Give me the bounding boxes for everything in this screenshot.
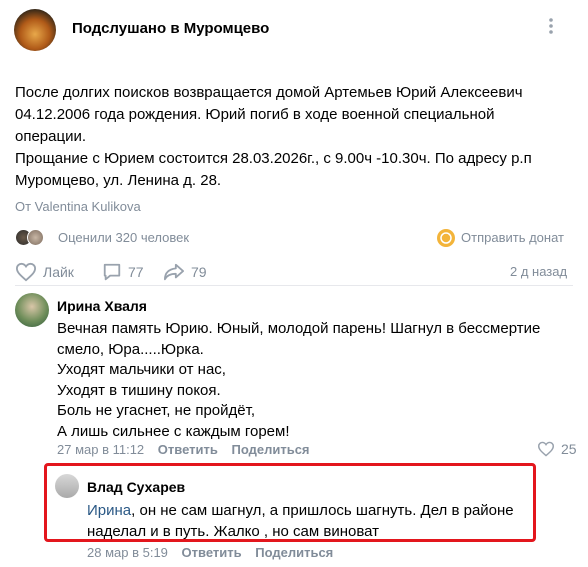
comment-text-line: Ирина, он не сам шагнул, а пришлось шагн… (87, 500, 514, 521)
reactor-avatar (27, 229, 44, 246)
post-text-line: После долгих поисков возвращается домой … (15, 84, 523, 101)
comment-date[interactable]: 28 мар в 5:19 (87, 545, 168, 560)
share-icon (164, 263, 184, 281)
comment-text: Ирина, он не сам шагнул, а пришлось шагн… (87, 500, 514, 542)
heart-icon (15, 262, 37, 282)
comment-text-line: смело, Юра.....Юрка. (57, 340, 204, 358)
reply-button[interactable]: Ответить (182, 545, 242, 560)
mention-link[interactable]: Ирина (87, 502, 131, 519)
post-text: После долгих поисков возвращается домой … (15, 82, 575, 192)
post-time[interactable]: 2 д назад (510, 264, 567, 279)
post-text-line: Муромцево, ул. Ленина д. 28. (15, 172, 222, 189)
comment-text-line: наделал и в путь. Жалко , но сам виноват (87, 523, 380, 540)
reactor-avatars[interactable] (15, 229, 49, 246)
post-text-line: 04.12.2006 года рождения. Юрий погиб в х… (15, 106, 495, 123)
comment-meta: 28 мар в 5:19 Ответить Поделиться (87, 545, 343, 560)
shares-count: 79 (191, 264, 207, 280)
comment-text-line: А лишь сильнее с каждым горем! (57, 422, 290, 440)
like-label: Лайк (43, 264, 74, 280)
post-text-line: Прощание с Юрием состоится 28.03.2026г.,… (15, 150, 532, 167)
commenter-avatar[interactable] (15, 293, 49, 327)
comment-likes-count: 25 (561, 441, 577, 457)
more-options-icon[interactable] (541, 16, 561, 36)
divider (15, 285, 573, 286)
comment-meta: 27 мар в 11:12 Ответить Поделиться (57, 442, 320, 457)
reply-button[interactable]: Ответить (158, 442, 218, 457)
group-avatar[interactable] (14, 9, 56, 51)
commenter-name[interactable]: Ирина Хваля (57, 298, 147, 314)
group-name[interactable]: Подслушано в Муромцево (72, 20, 269, 37)
commenter-avatar[interactable] (55, 474, 79, 498)
heart-icon (537, 441, 555, 457)
share-comment-button[interactable]: Поделиться (232, 442, 310, 457)
post-text-line: операции. (15, 128, 87, 145)
comment-date[interactable]: 27 мар в 11:12 (57, 442, 144, 457)
share-button[interactable]: 79 (163, 262, 207, 282)
comments-count: 77 (128, 264, 144, 280)
rating-count[interactable]: Оценили 320 человек (58, 230, 189, 245)
comment-icon (103, 263, 121, 281)
coin-icon[interactable] (437, 229, 455, 247)
comment-text-line: Боль не угаснет, не пройдёт, (57, 402, 255, 419)
post-author-link[interactable]: От Valentina Kulikova (15, 199, 141, 214)
like-button[interactable]: Лайк (15, 262, 74, 282)
comment-text: Вечная память Юрию. Юный, молодой парень… (57, 319, 540, 442)
comment-text-rest: , он не сам шагнул, а пришлось шагнуть. … (131, 502, 514, 519)
comment-like-button[interactable]: 25 (537, 441, 577, 457)
comment-text-line: Уходят в тишину покоя. (57, 381, 221, 399)
donate-button[interactable]: Отправить донат (461, 230, 564, 245)
share-comment-button[interactable]: Поделиться (255, 545, 333, 560)
commenter-name[interactable]: Влад Сухарев (87, 479, 185, 495)
comment-text-line: Уходят мальчики от нас, (57, 361, 226, 378)
comment-button[interactable]: 77 (102, 262, 144, 282)
comment-text-line: Вечная память Юрию. Юный, молодой парень… (57, 320, 541, 337)
